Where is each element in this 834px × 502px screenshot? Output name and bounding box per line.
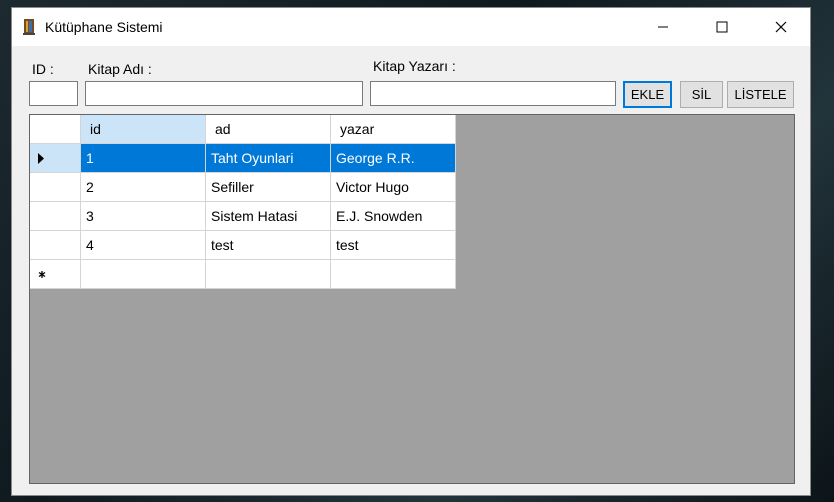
title-bar[interactable]: Kütüphane Sistemi bbox=[12, 8, 810, 46]
cell-id[interactable]: 4 bbox=[81, 231, 206, 260]
cell-yazar[interactable]: test bbox=[331, 231, 456, 260]
cell-id[interactable]: 2 bbox=[81, 173, 206, 202]
books-grid[interactable]: id ad yazar 1 Taht Oyunlari George R.R. … bbox=[29, 114, 795, 484]
row-header[interactable] bbox=[30, 173, 81, 202]
maximize-icon bbox=[716, 21, 728, 33]
cell-yazar[interactable]: Victor Hugo bbox=[331, 173, 456, 202]
app-icon bbox=[23, 19, 35, 35]
cell-yazar[interactable]: George R.R. bbox=[331, 144, 456, 173]
cell-ad[interactable]: Taht Oyunlari bbox=[206, 144, 331, 173]
book-author-label: Kitap Yazarı : bbox=[373, 58, 456, 74]
list-button[interactable]: LİSTELE bbox=[727, 81, 794, 108]
cell-ad[interactable]: test bbox=[206, 231, 331, 260]
cell-ad[interactable]: Sefiller bbox=[206, 173, 331, 202]
new-row-asterisk-icon bbox=[38, 271, 46, 278]
cell-id[interactable]: 3 bbox=[81, 202, 206, 231]
cell-id[interactable]: 1 bbox=[81, 144, 206, 173]
row-header[interactable] bbox=[30, 231, 81, 260]
id-input[interactable] bbox=[29, 81, 78, 106]
book-name-label: Kitap Adı : bbox=[88, 61, 152, 77]
id-label: ID : bbox=[32, 61, 54, 77]
add-button[interactable]: EKLE bbox=[623, 81, 672, 108]
window-title: Kütüphane Sistemi bbox=[45, 19, 163, 35]
book-name-input[interactable] bbox=[85, 81, 363, 106]
row-header[interactable] bbox=[30, 260, 81, 289]
minimize-button[interactable] bbox=[640, 8, 686, 46]
book-author-input[interactable] bbox=[370, 81, 616, 106]
cell-ad[interactable]: Sistem Hatasi bbox=[206, 202, 331, 231]
app-window: Kütüphane Sistemi ID : Kitap Adı : Kitap… bbox=[11, 7, 811, 496]
row-header[interactable] bbox=[30, 202, 81, 231]
new-cell-id[interactable] bbox=[81, 260, 206, 289]
minimize-icon bbox=[658, 26, 668, 28]
column-header-id[interactable]: id bbox=[81, 115, 206, 144]
column-header-yazar[interactable]: yazar bbox=[331, 115, 456, 144]
maximize-button[interactable] bbox=[699, 8, 745, 46]
new-cell-ad[interactable] bbox=[206, 260, 331, 289]
close-button[interactable] bbox=[758, 8, 804, 46]
current-row-arrow-icon bbox=[38, 153, 44, 164]
grid-corner[interactable] bbox=[30, 115, 81, 144]
row-header[interactable] bbox=[30, 144, 81, 173]
column-header-ad[interactable]: ad bbox=[206, 115, 331, 144]
delete-button[interactable]: SİL bbox=[680, 81, 723, 108]
new-cell-yazar[interactable] bbox=[331, 260, 456, 289]
cell-yazar[interactable]: E.J. Snowden bbox=[331, 202, 456, 231]
close-icon bbox=[775, 21, 787, 33]
